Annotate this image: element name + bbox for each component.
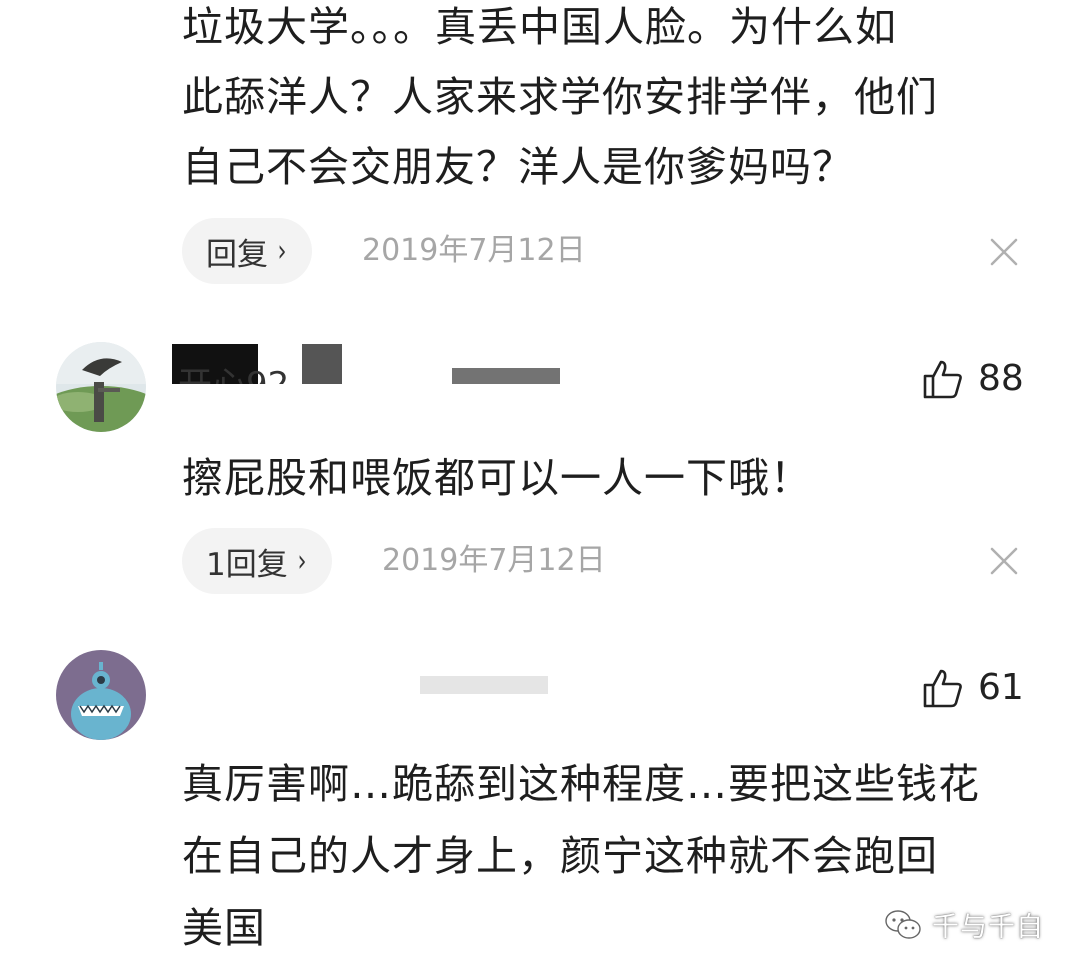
like-count: 88 [978,358,1024,399]
comment-date: 2019年7月12日 [382,543,606,578]
comment-text-line: 在自己的人才身上，颜宁这种就不会跑回 [182,832,938,880]
reply-label: 1回复 [206,546,288,583]
comment-text-line: 此舔洋人？人家来求学你安排学伴，他们 [182,73,938,121]
close-icon[interactable] [989,237,1019,267]
chevron-right-icon: › [297,543,307,579]
comment-text-line: 擦屁股和喂饭都可以一人一下哦！ [182,454,812,502]
comment-date: 2019年7月12日 [362,233,586,268]
comment-text-line: 真厉害啊…跪舔到这种程度…要把这些钱花 [182,760,980,808]
username[interactable]: 开心92 [172,344,562,384]
thumbs-up-icon [923,669,962,708]
avatar[interactable] [56,342,146,432]
comment-text-line: 自己不会交朋友？洋人是你爹妈吗？ [182,143,854,191]
avatar-image [56,650,146,740]
reply-button[interactable]: 1回复 › [182,528,332,594]
username[interactable] [420,668,550,708]
comment-feed: 垃圾大学。。。真丢中国人脸。为什么如 此舔洋人？人家来求学你安排学伴，他们 自己… [0,0,1080,974]
like-button[interactable]: 88 [922,358,1024,400]
watermark-text: 千与千自 [932,912,1044,943]
reply-label: 回复 [206,236,268,273]
thumbs-up-icon [923,360,962,399]
svg-text:开心92: 开心92 [178,365,289,384]
close-icon[interactable] [989,546,1019,576]
wechat-icon [885,909,921,939]
watermark: 千与千自 [884,905,1044,944]
comment-text-line: 美国 [182,904,266,952]
like-button[interactable]: 61 [922,667,1024,709]
chevron-right-icon: › [277,233,287,269]
username-redaction: 开心92 [172,344,560,384]
reply-button[interactable]: 回复 › [182,218,312,284]
username-redaction [420,676,548,694]
comment-text-line: 垃圾大学。。。真丢中国人脸。为什么如 [182,3,897,51]
avatar[interactable] [56,650,146,740]
like-count: 61 [978,667,1024,708]
avatar-image [56,342,146,432]
